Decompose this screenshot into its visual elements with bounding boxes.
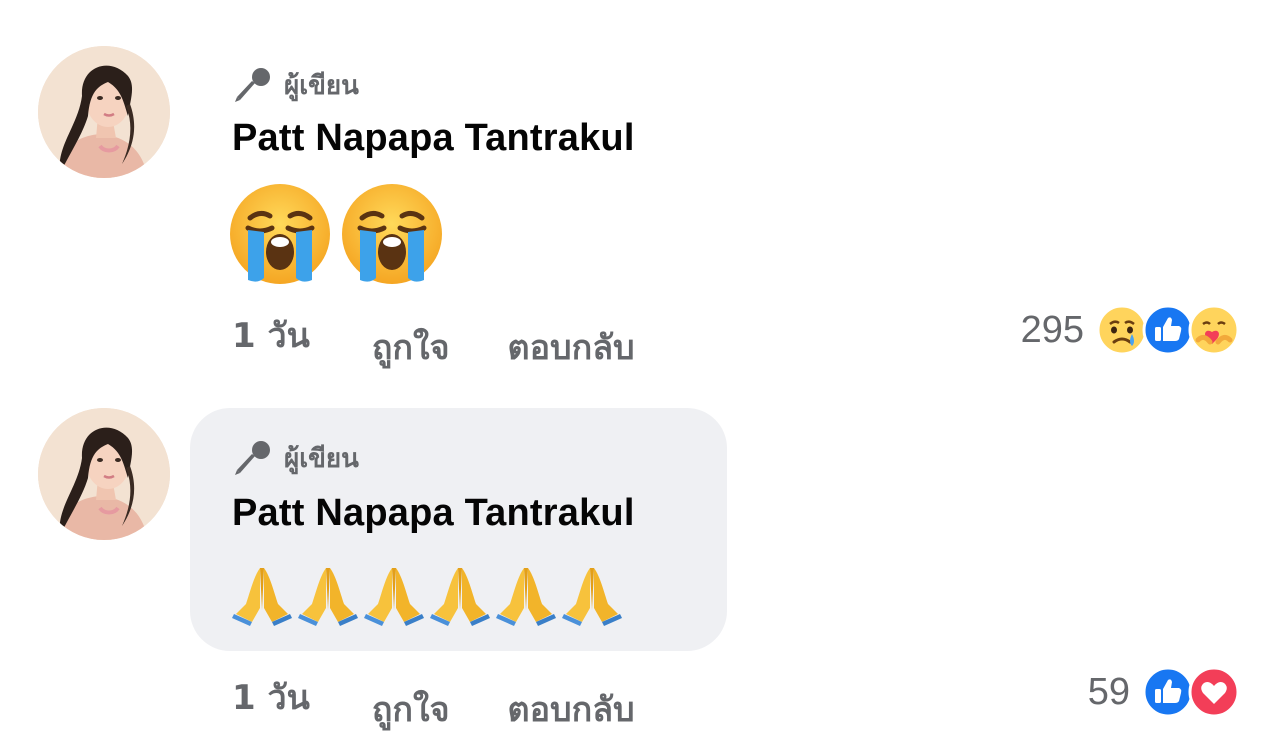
like-reaction-icon [1142,666,1194,718]
folded-hands-icon [362,562,426,626]
author-badge: ผู้เขียน [232,64,359,106]
comment-timestamp[interactable]: 1 วัน [232,308,310,362]
author-badge: ผู้เขียน [232,437,359,479]
loudly-crying-face-icon [228,182,332,286]
comment-author-name[interactable]: Patt Napapa Tantrakul [232,117,635,160]
folded-hands-icon [560,562,624,626]
reaction-summary[interactable]: 295 [1021,304,1240,356]
reaction-icons [1096,304,1240,356]
comment-actions: 1 วัน ถูกใจ ตอบกลับ [232,308,635,368]
folded-hands-icon [296,562,360,626]
folded-hands-icon [428,562,492,626]
loudly-crying-face-icon [340,182,444,286]
comment-actions: 1 วัน ถูกใจ ตอบกลับ [232,670,635,730]
care-reaction-icon [1188,304,1240,356]
like-button[interactable]: ถูกใจ [372,320,450,374]
author-badge-label: ผู้เขียน [284,443,359,474]
comment-content [230,562,624,626]
like-button[interactable]: ถูกใจ [372,682,450,736]
love-reaction-icon [1188,666,1240,718]
microphone-icon [232,437,274,479]
sad-reaction-icon [1096,304,1148,356]
reaction-icons [1142,666,1240,718]
folded-hands-icon [230,562,294,626]
author-badge-label: ผู้เขียน [284,70,359,101]
avatar-image [38,46,170,178]
comment-author-name[interactable]: Patt Napapa Tantrakul [232,492,635,535]
avatar[interactable] [38,46,170,178]
reply-button[interactable]: ตอบกลับ [508,320,635,374]
reaction-count: 59 [1087,670,1130,713]
avatar[interactable] [38,408,170,540]
reaction-summary[interactable]: 59 [1088,666,1240,718]
comment-timestamp[interactable]: 1 วัน [232,670,310,724]
like-reaction-icon [1142,304,1194,356]
reply-button[interactable]: ตอบกลับ [508,682,635,736]
reaction-count: 295 [1020,308,1084,351]
avatar-image [38,408,170,540]
folded-hands-icon [494,562,558,626]
microphone-icon [232,64,274,106]
comment-content [228,182,444,286]
